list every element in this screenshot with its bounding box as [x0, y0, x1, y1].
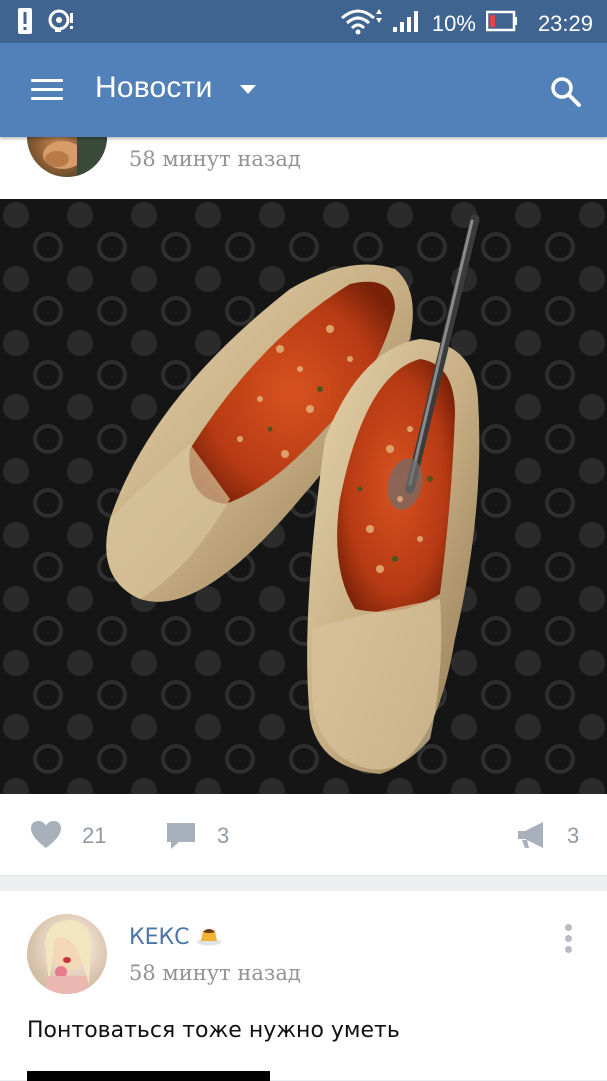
- heart-icon[interactable]: [30, 820, 62, 855]
- post-card: 58 минут назад 21 3 3: [0, 97, 607, 875]
- status-bar: 10% 23:29: [0, 0, 607, 43]
- battery-percent: 10%: [431, 11, 476, 36]
- search-icon[interactable]: [550, 76, 582, 108]
- post-time: 58 минут назад: [129, 147, 301, 171]
- page-title[interactable]: Новости: [95, 71, 213, 105]
- repost-count: 3: [567, 823, 580, 848]
- clock: 23:29: [537, 11, 593, 36]
- author-name[interactable]: КЕКС: [129, 925, 190, 950]
- like-count: 21: [82, 823, 107, 848]
- feed-divider: [0, 875, 607, 892]
- avatar[interactable]: [27, 914, 107, 994]
- comment-icon[interactable]: [165, 821, 197, 856]
- battery-icon: [485, 10, 518, 38]
- post-text: Понтоваться тоже нужно уметь: [27, 1018, 400, 1043]
- dropdown-caret-icon[interactable]: [240, 85, 256, 94]
- wifi-icon: [338, 6, 382, 42]
- post-author[interactable]: КЕКС: [129, 924, 222, 952]
- app-bar: Новости: [0, 43, 607, 137]
- post-time: 58 минут назад: [129, 961, 301, 985]
- alert-icon: [18, 8, 32, 39]
- comment-count: 3: [217, 823, 230, 848]
- more-vertical-icon[interactable]: [565, 924, 573, 954]
- pudding-emoji-icon: [196, 924, 222, 952]
- notification-icon: [48, 9, 78, 38]
- post-card: КЕКС 58 минут назад Понтоваться тоже нуж…: [0, 891, 607, 1081]
- signal-icon: [392, 9, 422, 39]
- post-photo[interactable]: [0, 199, 607, 794]
- menu-icon[interactable]: [31, 79, 63, 101]
- post-actions: 21 3 3: [0, 805, 607, 865]
- megaphone-icon[interactable]: [516, 820, 548, 855]
